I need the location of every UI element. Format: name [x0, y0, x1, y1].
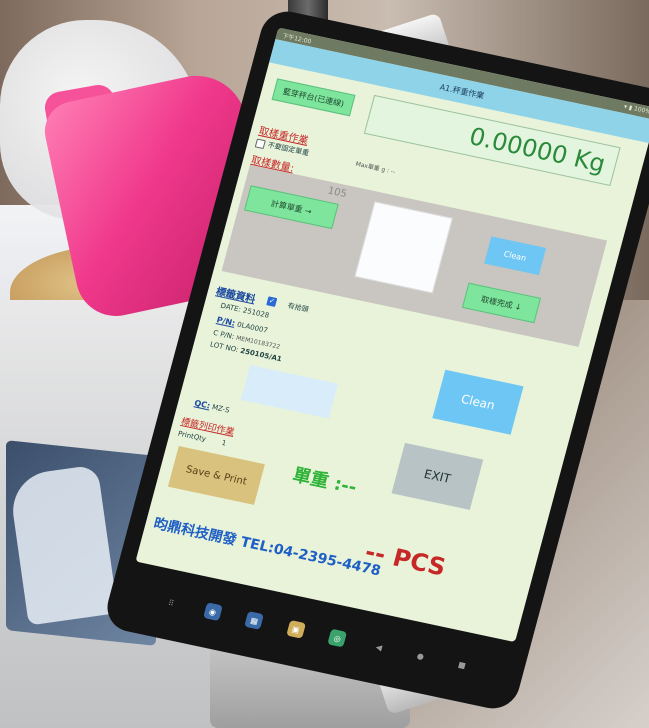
apps-icon[interactable]: ⠿ — [161, 593, 181, 612]
has-label-checkbox[interactable]: ✓ — [266, 296, 278, 307]
print-qty-value[interactable]: 1 — [221, 439, 227, 448]
has-label-text: 有拾頭 — [286, 301, 310, 314]
exit-button[interactable]: EXIT — [391, 442, 484, 510]
unit-weight-display: 單重 :-- — [290, 464, 359, 499]
company-footer: 昀鼎科技開發 TEL:04-2395-4478 — [151, 515, 383, 580]
pn-value: 0LA0007 — [236, 320, 269, 335]
app-shortcut-icon[interactable]: ▦ — [244, 611, 265, 630]
date-label: DATE — [219, 301, 240, 314]
save-print-button[interactable]: Save & Print — [167, 445, 265, 505]
pn-label: P/N: — [215, 315, 237, 328]
app-shortcut-icon[interactable]: ◉ — [202, 602, 223, 622]
fixed-sample-checkbox[interactable] — [254, 138, 266, 149]
clean-label-button[interactable]: Clean — [432, 369, 524, 435]
qc-label: QC: — [193, 398, 212, 411]
recent-icon[interactable]: ■ — [452, 655, 472, 674]
qc-value: MZ-S — [211, 403, 231, 415]
lot-label: LOT NO: — [209, 340, 240, 355]
home-icon[interactable]: ● — [411, 646, 431, 665]
bluetooth-connect-button[interactable]: 藍芽秤台(已連線) — [271, 78, 356, 117]
back-icon[interactable]: ◀ — [369, 638, 389, 657]
cpn-label: C P/N: — [212, 328, 236, 341]
max-unit-weight: Max單重 g : -- — [354, 160, 396, 176]
lot-entry-box[interactable] — [240, 365, 339, 419]
page-title: A1.秤重作業 — [438, 82, 486, 101]
chrome-icon[interactable]: ◎ — [327, 628, 348, 648]
app-shortcut-icon[interactable]: ▣ — [285, 619, 306, 639]
qc-row: QC: MZ-S — [193, 398, 230, 414]
date-value: 251028 — [241, 306, 271, 320]
